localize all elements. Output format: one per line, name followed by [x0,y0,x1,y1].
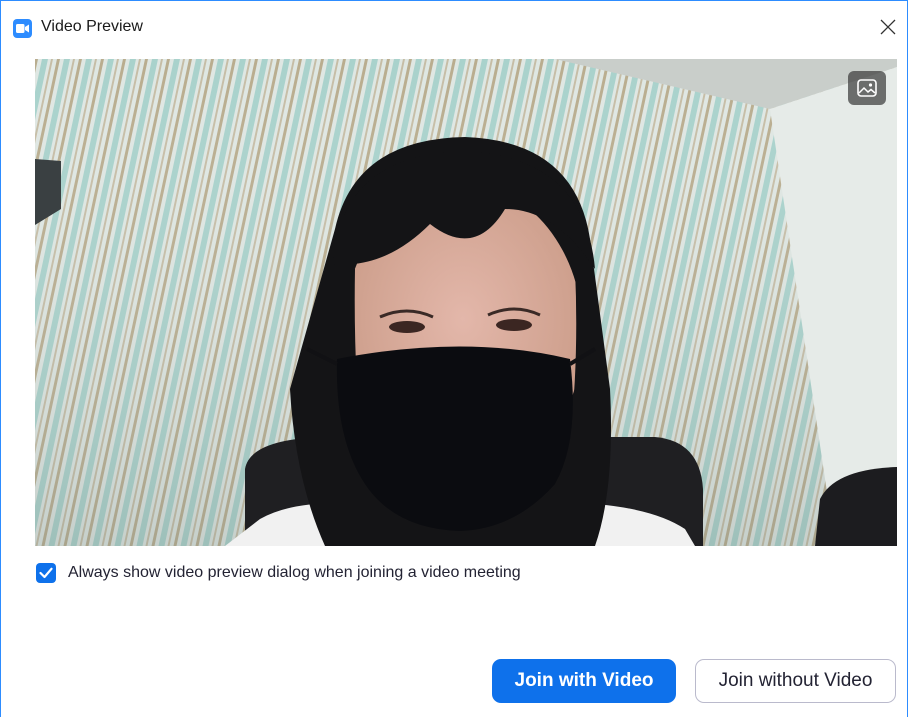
close-icon [880,19,896,35]
join-with-video-button[interactable]: Join with Video [492,659,676,703]
title-bar: Video Preview [1,1,907,41]
always-show-preview-option: Always show video preview dialog when jo… [36,562,521,584]
video-preview [35,59,897,546]
dialog-title: Video Preview [41,18,143,35]
always-show-preview-label: Always show video preview dialog when jo… [68,564,521,581]
join-without-video-button[interactable]: Join without Video [695,659,896,703]
virtual-background-button[interactable] [848,71,886,105]
close-button[interactable] [875,15,901,41]
zoom-camera-icon [13,19,32,38]
virtual-background-icon [857,79,877,97]
camera-feed-image [35,59,897,546]
always-show-preview-checkbox[interactable] [36,563,56,583]
checkmark-icon [39,567,53,579]
video-preview-dialog: Video Preview Always show video preview … [0,0,908,717]
